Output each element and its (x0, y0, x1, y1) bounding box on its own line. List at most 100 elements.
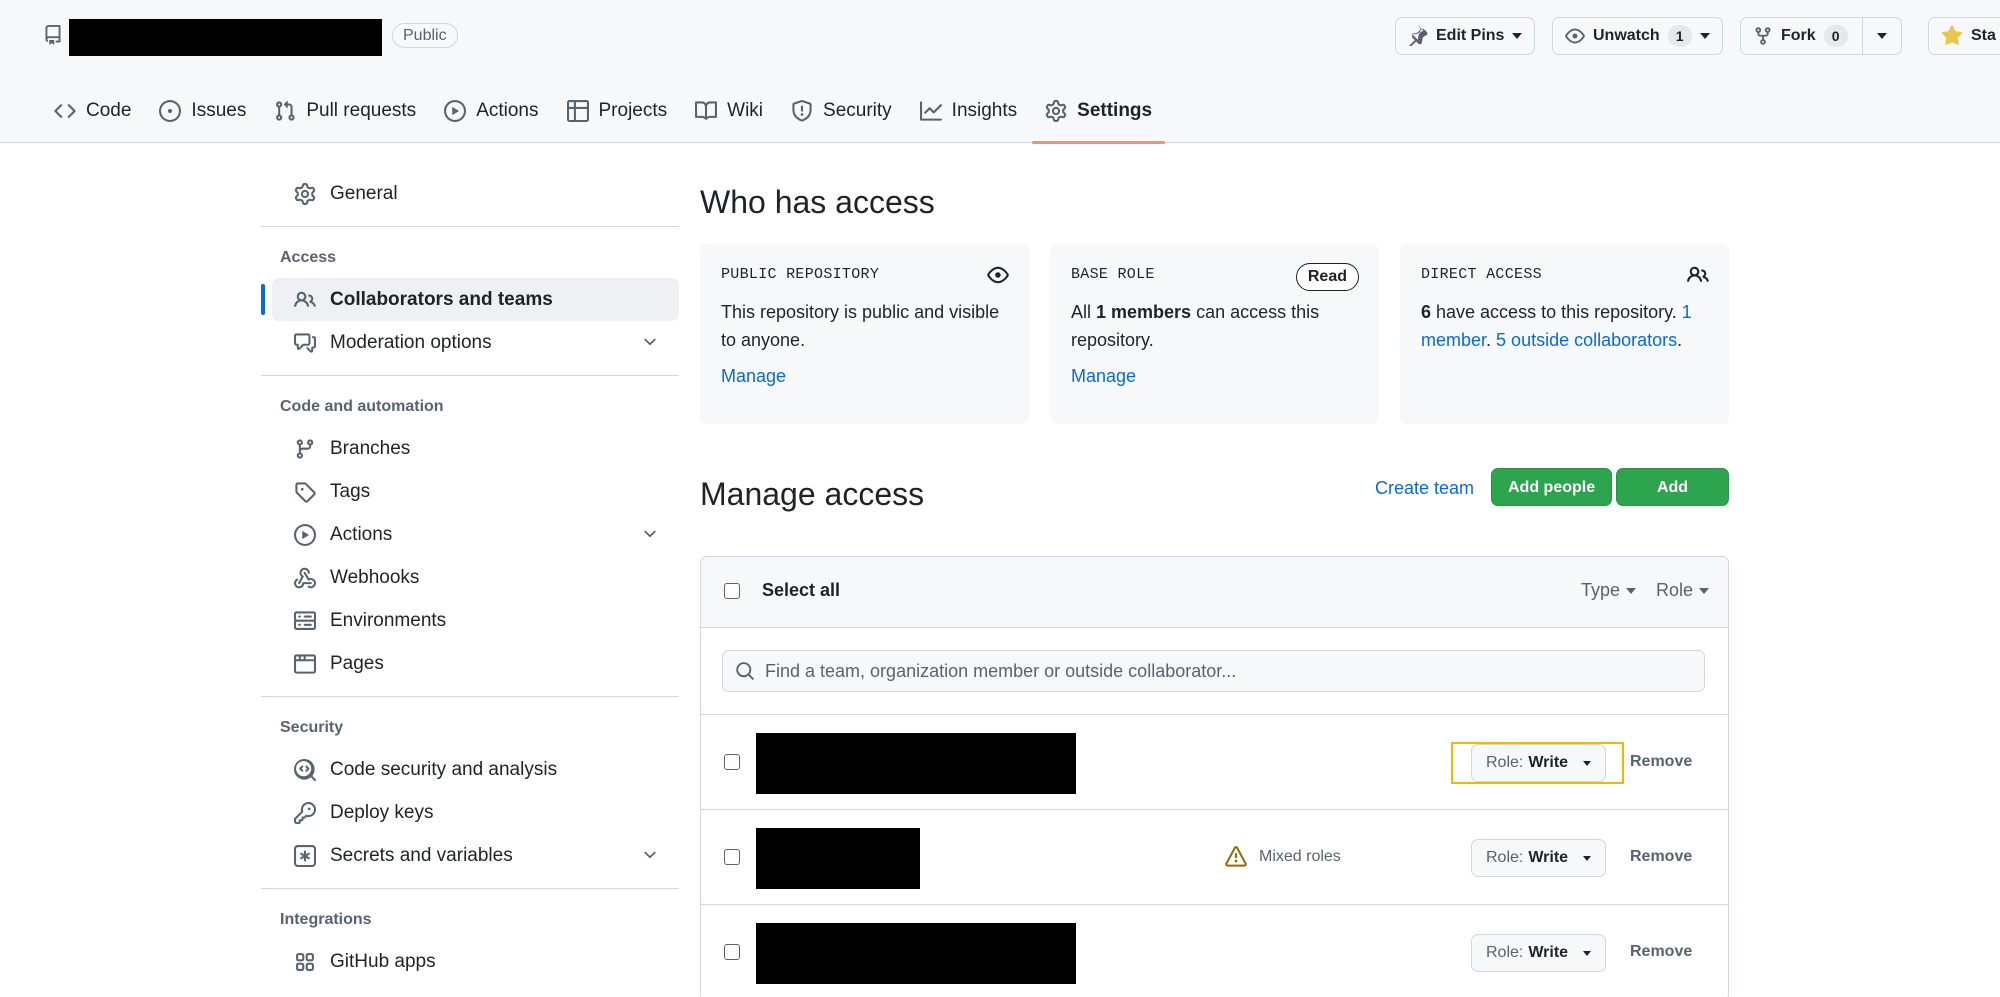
sidebar-item-label: Secrets and variables (330, 844, 513, 866)
table-icon (566, 100, 589, 122)
sidebar-item-label: Collaborators and teams (330, 288, 553, 310)
tab-pull-requests[interactable]: Pull requests (260, 92, 430, 143)
collaborators-table: Select all Type Role Find a team, organi… (700, 556, 1729, 997)
sidebar-item-deploy-keys[interactable]: Deploy keys (272, 791, 679, 834)
collaborator-search-input[interactable]: Find a team, organization member or outs… (722, 650, 1705, 692)
shield-icon (792, 100, 812, 122)
caret-down-icon (1583, 950, 1592, 956)
tab-code[interactable]: Code (40, 92, 145, 143)
star-label: Sta (1971, 27, 1996, 44)
row-checkbox[interactable] (724, 754, 740, 770)
pin-icon (1409, 26, 1428, 46)
sidebar-item-label: General (330, 182, 398, 204)
sidebar-item-general[interactable]: General (272, 172, 679, 215)
tab-projects[interactable]: Projects (553, 92, 682, 143)
chevron-down-icon[interactable] (641, 333, 659, 351)
search-placeholder: Find a team, organization member or outs… (765, 660, 1237, 681)
fork-icon (1755, 27, 1771, 45)
collaborator-name-redacted[interactable] (756, 733, 1076, 794)
sidebar-item-label: Environments (330, 609, 447, 631)
row-checkbox[interactable] (724, 849, 740, 865)
remove-button[interactable]: Remove (1630, 943, 1692, 961)
manage-base-role-link[interactable]: Manage (1071, 366, 1136, 387)
text-part: have access to this repository. (1431, 302, 1682, 322)
tab-security[interactable]: Security (777, 92, 906, 143)
sidebar-item-actions[interactable]: Actions (272, 513, 679, 556)
browser-icon (294, 653, 316, 674)
remove-button[interactable]: Remove (1630, 848, 1692, 866)
role-dropdown-button[interactable]: Role: Write (1471, 839, 1607, 877)
code-icon (54, 104, 76, 118)
fork-button[interactable]: Fork 0 (1740, 17, 1902, 55)
chevron-down-icon[interactable] (641, 525, 659, 543)
card-description: This repository is public and visible to… (721, 302, 1000, 350)
tab-label: Settings (1077, 100, 1153, 121)
select-all-label[interactable]: Select all (762, 580, 840, 601)
manage-visibility-link[interactable]: Manage (721, 366, 786, 387)
visibility-badge: Public (392, 23, 458, 48)
caret-down-icon (1699, 33, 1710, 39)
sidebar-heading-access: Access (280, 249, 337, 266)
chevron-down-icon[interactable] (641, 846, 659, 864)
sidebar-item-pages[interactable]: Pages (272, 642, 679, 685)
page-title: Who has access (700, 184, 935, 220)
sidebar-item-github-apps[interactable]: GitHub apps (272, 940, 679, 983)
tab-insights[interactable]: Insights (906, 92, 1031, 143)
tab-settings[interactable]: Settings (1031, 92, 1166, 144)
role-prefix: Role: (1486, 944, 1524, 961)
tab-label: Issues (191, 100, 247, 121)
access-count: 6 (1421, 302, 1432, 322)
sidebar-item-moderation[interactable]: Moderation options (272, 321, 679, 364)
table-row: Role: Write Remove (701, 905, 1728, 997)
card-label: DIRECT ACCESS (1421, 266, 1542, 283)
row-checkbox[interactable] (724, 944, 740, 960)
unwatch-button[interactable]: Unwatch 1 (1552, 17, 1723, 55)
role-dropdown-button[interactable]: Role: Write (1471, 934, 1607, 972)
base-role-badge: Read (1295, 263, 1359, 291)
fork-dropdown-button[interactable] (1861, 18, 1901, 54)
edit-pins-button[interactable]: Edit Pins (1395, 17, 1536, 55)
sidebar-item-code-security[interactable]: Code security and analysis (272, 748, 679, 791)
server-icon (294, 610, 316, 630)
sidebar-item-tags[interactable]: Tags (272, 470, 679, 513)
key-asterisk-icon (294, 844, 316, 867)
mixed-roles-label: Mixed roles (1259, 848, 1341, 865)
add-teams-button[interactable]: Add teams (1616, 468, 1729, 534)
sidebar-item-branches[interactable]: Branches (272, 427, 679, 470)
table-search-row: Find a team, organization member or outs… (701, 628, 1728, 715)
sidebar-divider (261, 226, 679, 227)
collaborator-name-redacted[interactable] (756, 923, 1076, 984)
card-description: 6 have access to this repository. 1 memb… (1421, 298, 1709, 354)
sidebar-item-label: Pages (330, 652, 384, 674)
play-icon (294, 523, 316, 546)
sidebar-item-collaborators[interactable]: Collaborators and teams (261, 278, 679, 321)
sidebar-item-label: Branches (330, 437, 411, 459)
graph-icon (919, 101, 942, 121)
text-part: . (1486, 330, 1497, 350)
edit-pins-label: Edit Pins (1436, 27, 1505, 44)
collaborator-name-redacted[interactable] (756, 828, 920, 889)
member-count-text: 1 members (1096, 302, 1192, 322)
repo-name-redacted[interactable] (69, 19, 382, 56)
tab-actions[interactable]: Actions (430, 92, 552, 143)
key-icon (294, 801, 316, 824)
play-icon (444, 100, 467, 122)
codescan-icon (294, 758, 316, 781)
select-all-checkbox[interactable] (724, 583, 740, 599)
tab-wiki[interactable]: Wiki (681, 92, 777, 143)
manage-access-header: Manage access Create team Add people Add… (700, 468, 1729, 534)
role-dropdown-button[interactable]: Role: Write (1471, 744, 1607, 782)
outside-collaborators-link[interactable]: 5 outside collaborators (1496, 330, 1677, 350)
remove-button[interactable]: Remove (1630, 753, 1692, 771)
add-people-button[interactable]: Add people (1491, 468, 1613, 506)
create-team-link[interactable]: Create team (1375, 478, 1474, 499)
sidebar-item-secrets[interactable]: Secrets and variables (272, 834, 679, 877)
sidebar-divider (261, 375, 679, 376)
section-title: Manage access (700, 476, 925, 512)
role-filter[interactable]: Role (1656, 580, 1710, 601)
type-filter[interactable]: Type (1581, 580, 1637, 601)
tab-issues[interactable]: Issues (145, 92, 260, 143)
sidebar-item-webhooks[interactable]: Webhooks (272, 556, 679, 599)
sidebar-item-environments[interactable]: Environments (272, 599, 679, 642)
star-button[interactable]: Sta (1928, 17, 2000, 55)
